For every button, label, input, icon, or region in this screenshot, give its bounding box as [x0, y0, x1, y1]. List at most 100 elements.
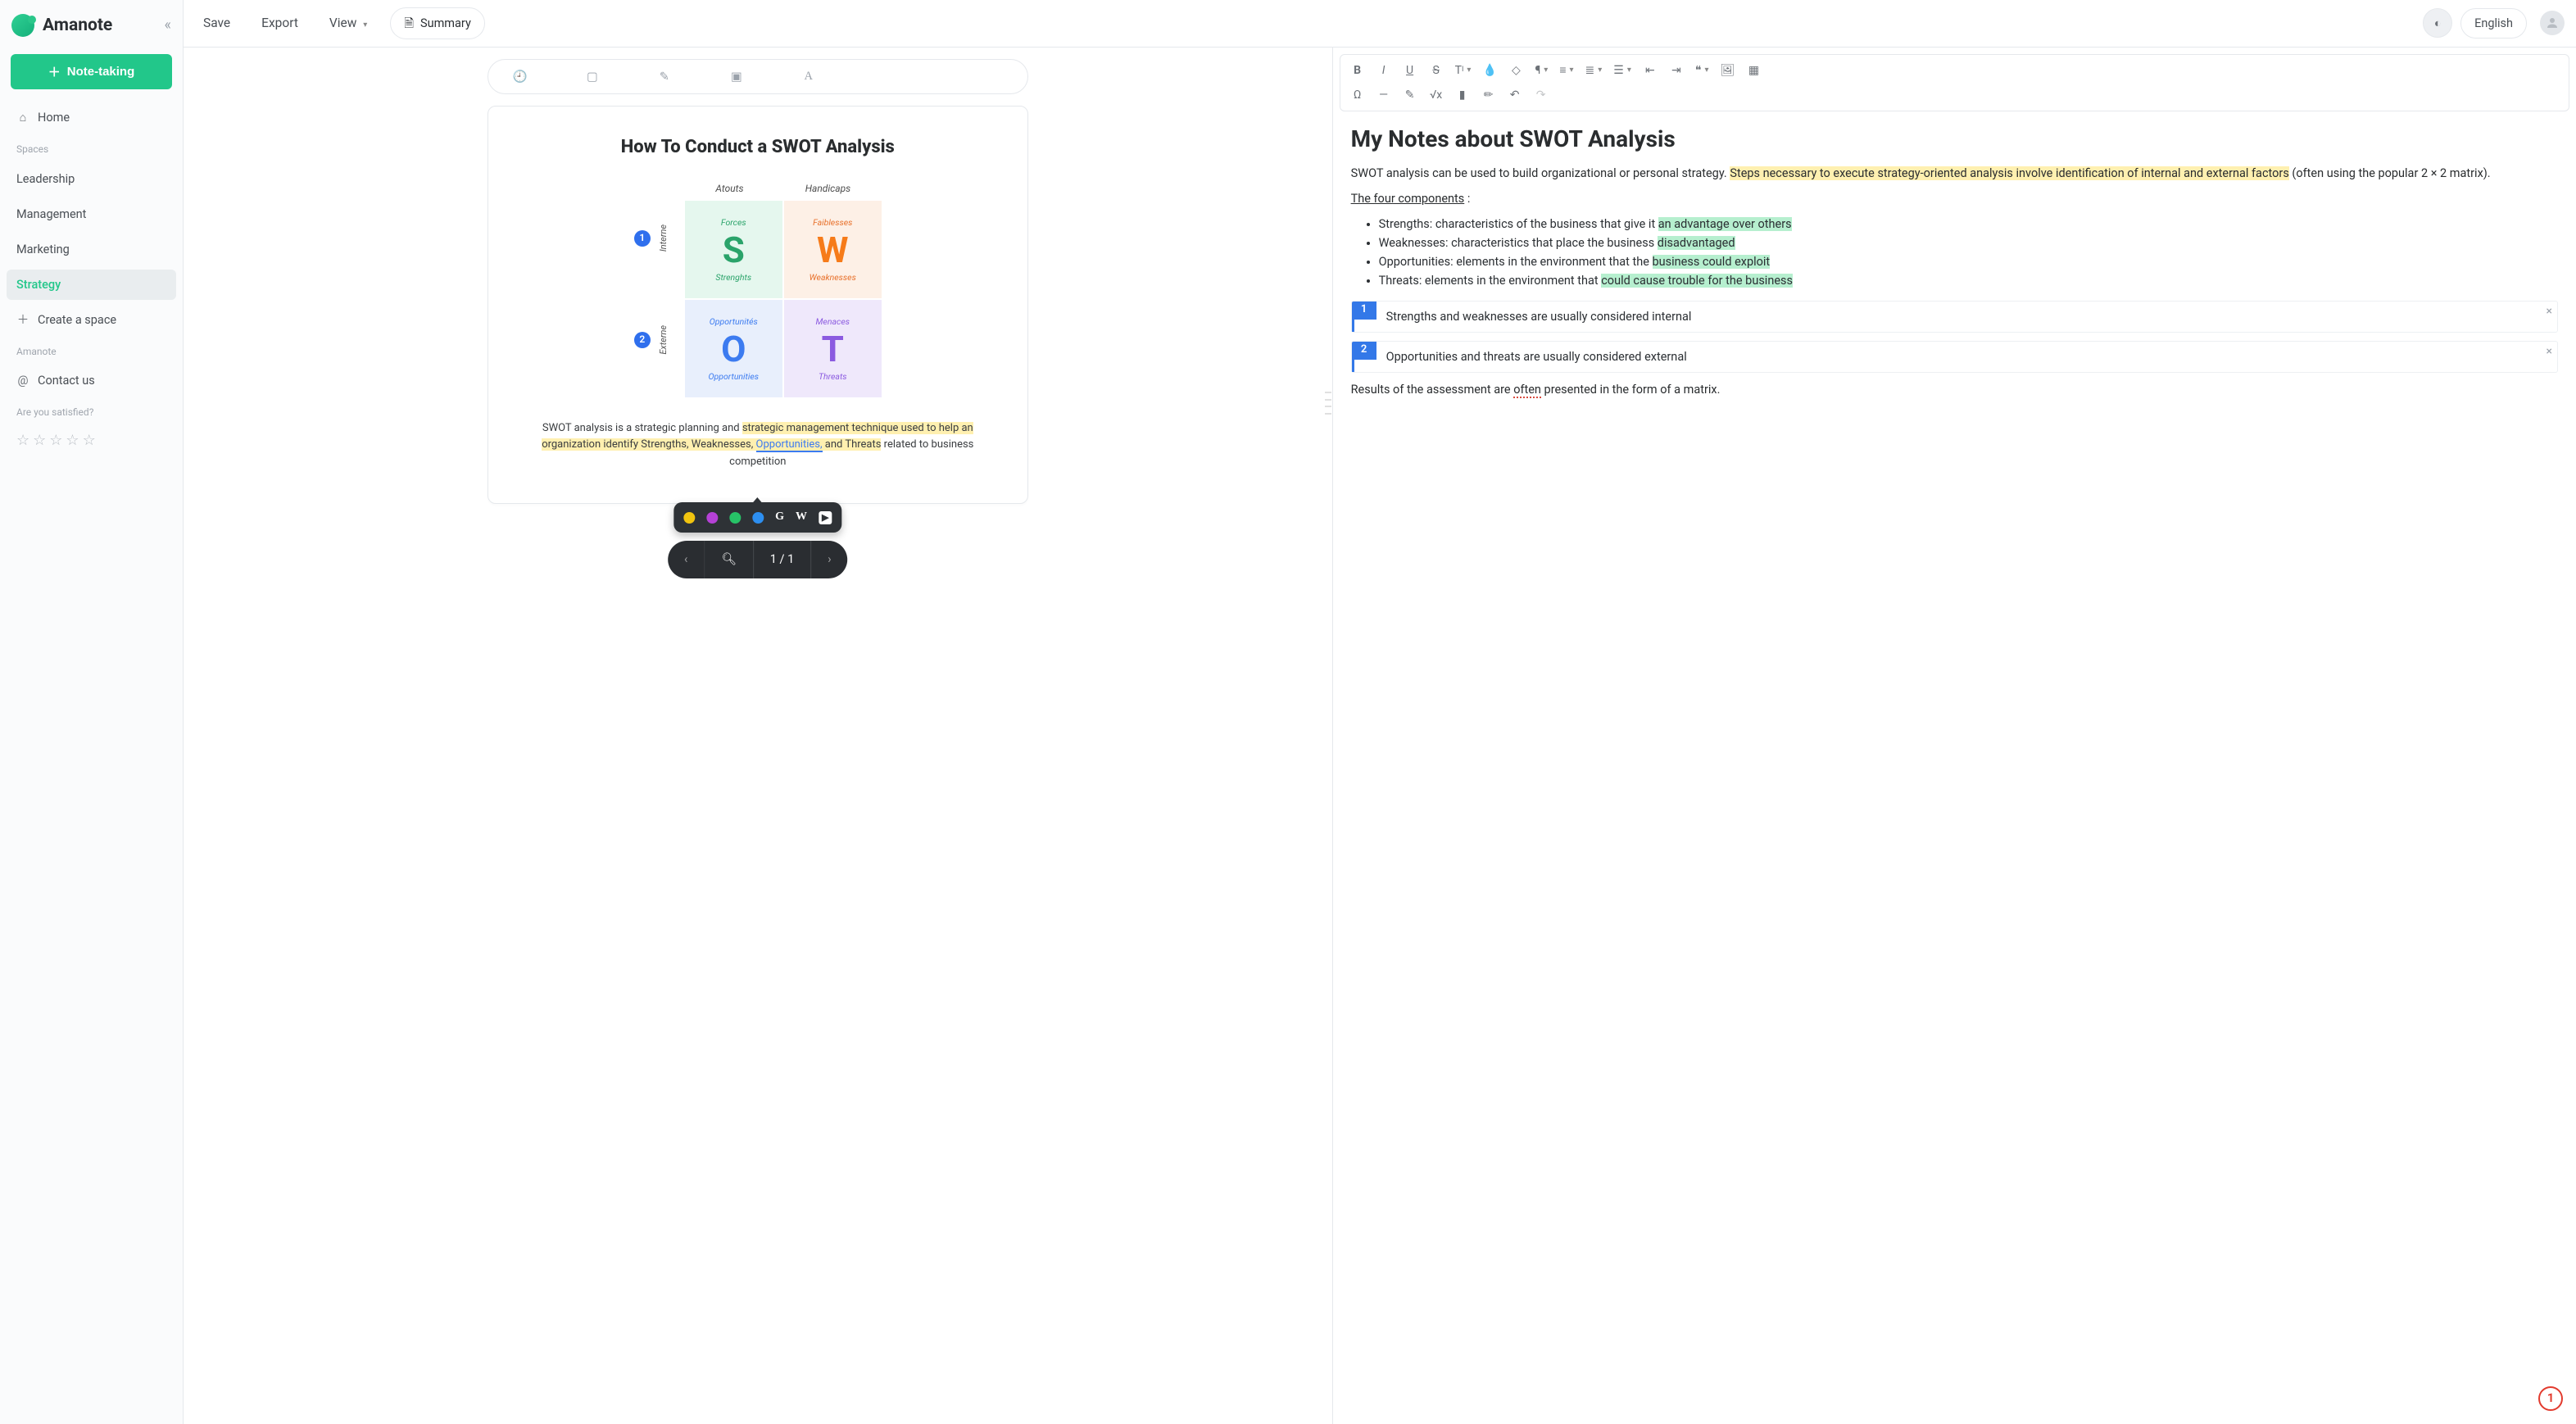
collapse-sidebar-icon[interactable]: « — [165, 15, 171, 36]
cell-letter: T — [822, 331, 844, 367]
nav-contact-label: Contact us — [38, 372, 95, 389]
hr-button[interactable]: — — [1373, 84, 1395, 106]
draw-button[interactable]: ✏ — [1478, 84, 1499, 106]
cell-letter: S — [723, 232, 745, 268]
user-avatar[interactable] — [2540, 11, 2565, 35]
italic-button[interactable]: I — [1373, 60, 1395, 81]
strike-button[interactable]: S — [1426, 60, 1447, 81]
note-taking-button[interactable]: ＋ Note-taking — [11, 54, 172, 89]
wikipedia-lookup-icon[interactable]: W — [796, 509, 807, 525]
search-page-button[interactable]: 🔍︎ — [705, 541, 753, 578]
create-space-button[interactable]: ＋ Create a space — [7, 305, 176, 335]
reference-badge[interactable]: 1 — [1352, 302, 1376, 320]
view-menu[interactable]: View ▾ — [321, 7, 375, 39]
cell-bottom: Opportunities — [709, 370, 759, 383]
star-icon[interactable]: ☆ — [16, 430, 29, 451]
highlight-blue[interactable] — [752, 512, 764, 524]
space-marketing[interactable]: Marketing — [7, 234, 176, 265]
star-icon[interactable]: ☆ — [49, 430, 62, 451]
caption-highlight: and Threats — [823, 438, 882, 451]
col-handicaps-label: Handicaps — [805, 182, 850, 196]
note-taking-label: Note-taking — [67, 65, 135, 79]
language-selector[interactable]: English — [2460, 8, 2527, 39]
outdent-button[interactable]: ⇤ — [1639, 60, 1661, 81]
text: Strengths: characteristics of the busine… — [1379, 217, 1658, 231]
notes-editor[interactable]: My Notes about SWOT Analysis SWOT analys… — [1333, 111, 2576, 418]
clear-format-button[interactable]: ◇ — [1505, 60, 1526, 81]
star-icon[interactable]: ☆ — [83, 430, 96, 451]
unordered-list-button[interactable]: ☰▾ — [1610, 60, 1635, 81]
brand-section: Amanote — [7, 340, 176, 361]
nav-home[interactable]: ⌂ Home — [7, 102, 176, 133]
create-space-label: Create a space — [38, 311, 116, 329]
text: Results of the assessment are — [1351, 383, 1514, 397]
pencil-icon[interactable]: ✎ — [657, 68, 672, 85]
summary-button[interactable]: 🗎 Summary — [390, 7, 485, 39]
list-item: Threats: elements in the environment tha… — [1379, 272, 2558, 289]
image-button[interactable]: 🖼 — [1717, 60, 1738, 81]
swot-threats: Menaces T Threats — [784, 300, 882, 397]
text: Opportunities: elements in the environme… — [1379, 255, 1653, 269]
export-button[interactable]: Export — [253, 7, 306, 39]
theme-toggle[interactable]: ◐ — [2423, 8, 2452, 38]
notification-badge[interactable]: 1 — [2538, 1386, 2563, 1411]
star-icon[interactable]: ☆ — [33, 430, 46, 451]
close-icon[interactable]: × — [2547, 303, 2552, 320]
paragraph-button[interactable]: ¶▾ — [1531, 60, 1551, 81]
notes-title: My Notes about SWOT Analysis — [1351, 123, 2558, 156]
formula-button[interactable]: √x — [1426, 84, 1447, 106]
highlight-green[interactable] — [729, 512, 741, 524]
bold-button[interactable]: B — [1347, 60, 1368, 81]
nav-home-label: Home — [38, 109, 70, 126]
space-strategy[interactable]: Strategy — [7, 270, 176, 300]
ordered-list-button[interactable]: ≣▾ — [1582, 60, 1606, 81]
indent-button[interactable]: ⇥ — [1666, 60, 1687, 81]
text-style-icon[interactable]: A — [801, 68, 816, 85]
caption-text: SWOT analysis is a strategic planning an… — [542, 422, 742, 434]
space-management[interactable]: Management — [7, 199, 176, 229]
space-leadership[interactable]: Leadership — [7, 164, 176, 194]
highlighter-button[interactable]: ✎ — [1399, 84, 1421, 106]
undo-button[interactable]: ↶ — [1504, 84, 1526, 106]
rating-stars[interactable]: ☆ ☆ ☆ ☆ ☆ — [7, 427, 176, 455]
reference-badge[interactable]: 2 — [1352, 342, 1376, 360]
note-reference-2: 2 Opportunities and threats are usually … — [1351, 341, 2558, 373]
table-button[interactable]: ▦ — [1743, 60, 1764, 81]
caption-selection[interactable]: Opportunities, — [756, 438, 823, 452]
highlight-green-text: an advantage over others — [1658, 217, 1792, 231]
save-button[interactable]: Save — [195, 7, 238, 39]
prev-page-button[interactable]: ‹ — [668, 541, 705, 578]
moon-icon: ◐ — [2434, 15, 2442, 32]
cell-letter: W — [817, 232, 849, 268]
clock-icon[interactable]: 🕘 — [513, 68, 528, 85]
underline-button[interactable]: U — [1399, 60, 1421, 81]
text-color-button[interactable]: 💧 — [1479, 60, 1500, 81]
swot-strengths: Forces S Strenghts — [685, 201, 782, 298]
pane-resize-handle[interactable] — [1325, 392, 1331, 415]
align-button[interactable]: ≡▾ — [1556, 60, 1576, 81]
redo-button[interactable]: ↷ — [1531, 84, 1552, 106]
reference-text: Strengths and weaknesses are usually con… — [1376, 302, 2557, 332]
star-icon[interactable]: ☆ — [66, 430, 79, 451]
omega-button[interactable]: Ω — [1347, 84, 1368, 106]
plus-icon: ＋ — [48, 63, 61, 80]
close-icon[interactable]: × — [2547, 343, 2552, 360]
swot-diagram: 1 Interne 2 Externe Atouts Handica — [513, 182, 1003, 397]
next-page-button[interactable]: › — [811, 541, 847, 578]
col-atouts-label: Atouts — [715, 182, 743, 196]
nav-contact[interactable]: @ Contact us — [7, 365, 176, 396]
youtube-lookup-icon[interactable]: ▶ — [819, 511, 832, 524]
quote-button[interactable]: ❝▾ — [1692, 60, 1712, 81]
text-size-button[interactable]: TI▾ — [1452, 60, 1475, 81]
highlight-yellow-text: Steps necessary to execute strategy-orie… — [1730, 166, 2288, 180]
cell-top: Opportunités — [710, 315, 758, 328]
home-icon: ⌂ — [16, 109, 29, 126]
sticky-note-icon[interactable]: ▣ — [729, 68, 744, 85]
presentation-icon[interactable]: ▢ — [585, 68, 600, 85]
google-lookup-icon[interactable]: G — [775, 509, 784, 525]
attachment-button[interactable]: ▮ — [1452, 84, 1473, 106]
plus-icon: ＋ — [16, 311, 29, 329]
highlight-yellow[interactable] — [683, 512, 695, 524]
cell-top: Forces — [721, 216, 746, 229]
highlight-magenta[interactable] — [706, 512, 718, 524]
